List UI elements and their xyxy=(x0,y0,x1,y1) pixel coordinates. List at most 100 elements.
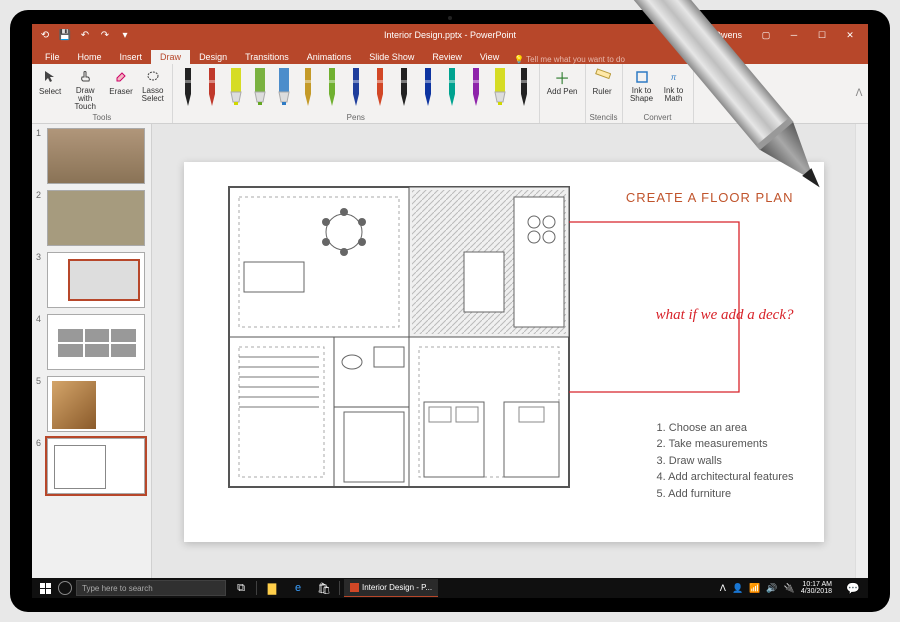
minimize-button[interactable]: ─ xyxy=(780,24,808,46)
pen-swatch-15[interactable] xyxy=(514,66,534,108)
slide-title: CREATE A FLOOR PLAN xyxy=(626,190,794,205)
lasso-select-button[interactable]: Lasso Select xyxy=(138,66,168,105)
step-item: 5. Add furniture xyxy=(657,486,794,503)
steps-list: 1. Choose an area 2. Take measurements 3… xyxy=(657,420,794,503)
windows-taskbar: Type here to search ⧉ ▇ e 🛍 Interior Des… xyxy=(32,578,868,598)
vertical-scrollbar[interactable] xyxy=(855,124,868,580)
start-button[interactable] xyxy=(36,579,54,597)
maximize-button[interactable]: ☐ xyxy=(808,24,836,46)
slide-thumbnail-6[interactable] xyxy=(47,438,145,494)
convert-group: Ink to Shape π Ink to Math Convert xyxy=(623,64,694,123)
pen-swatch-6[interactable] xyxy=(298,66,318,108)
slide-thumbnail-1[interactable] xyxy=(47,128,145,184)
add-pen-button[interactable]: ＋ Add Pen xyxy=(544,66,581,98)
step-item: 3. Draw walls xyxy=(657,453,794,470)
slide-thumbnail-4[interactable] xyxy=(47,314,145,370)
people-icon[interactable]: 👤 xyxy=(732,583,743,594)
tab-design[interactable]: Design xyxy=(190,50,236,64)
ink-annotation: what if we add a deck? xyxy=(656,307,794,324)
tell-me-search[interactable]: 💡 Tell me what you want to do xyxy=(508,55,625,64)
action-center-icon[interactable]: 💬 xyxy=(842,578,864,598)
plus-icon: ＋ xyxy=(553,68,571,86)
pen-swatch-12[interactable] xyxy=(442,66,462,108)
draw-touch-button[interactable]: Draw with Touch xyxy=(66,66,104,113)
document-title: Interior Design.pptx - PowerPoint xyxy=(384,30,516,40)
pen-swatch-7[interactable] xyxy=(322,66,342,108)
tab-transitions[interactable]: Transitions xyxy=(236,50,298,64)
edge-icon[interactable]: e xyxy=(287,578,309,598)
cortana-icon[interactable] xyxy=(58,581,72,595)
slide-canvas[interactable]: CREATE A FLOOR PLAN what if we add a dec… xyxy=(184,162,824,542)
tab-insert[interactable]: Insert xyxy=(111,50,152,64)
pen-swatch-9[interactable] xyxy=(370,66,390,108)
pens-group: Pens xyxy=(173,64,540,123)
ink-math-icon: π xyxy=(665,68,683,86)
pen-swatch-4[interactable] xyxy=(250,66,270,108)
ruler-button[interactable]: Ruler xyxy=(590,66,615,98)
tab-animations[interactable]: Animations xyxy=(298,50,361,64)
autosave-icon[interactable]: ⟲ xyxy=(38,30,52,41)
tab-review[interactable]: Review xyxy=(423,50,471,64)
eraser-button[interactable]: Eraser xyxy=(106,66,136,98)
select-button[interactable]: Select xyxy=(36,66,64,98)
tab-draw[interactable]: Draw xyxy=(151,50,190,64)
ribbon-display-options[interactable]: ▢ xyxy=(752,24,780,46)
power-icon[interactable]: 🔌 xyxy=(784,583,795,594)
taskbar-search[interactable]: Type here to search xyxy=(76,580,226,596)
pen-swatch-11[interactable] xyxy=(418,66,438,108)
pen-swatch-5[interactable] xyxy=(274,66,294,108)
tab-view[interactable]: View xyxy=(471,50,508,64)
ribbon: Select Draw with Touch Eraser Lasso Sele… xyxy=(32,64,868,124)
powerpoint-icon xyxy=(350,583,359,592)
pen-swatch-14[interactable] xyxy=(490,66,510,108)
tab-file[interactable]: File xyxy=(36,50,69,64)
pen-swatch-13[interactable] xyxy=(466,66,486,108)
lasso-icon xyxy=(144,68,162,86)
pens-group-label: Pens xyxy=(177,113,535,123)
redo-icon[interactable]: ↷ xyxy=(98,30,112,41)
screen: ⟲ 💾 ↶ ↷ ▾ Interior Design.pptx - PowerPo… xyxy=(32,24,868,598)
pen-swatch-2[interactable] xyxy=(202,66,222,108)
task-view-icon[interactable]: ⧉ xyxy=(230,578,252,598)
wifi-icon[interactable]: 📶 xyxy=(749,583,760,594)
ink-to-shape-button[interactable]: Ink to Shape xyxy=(627,66,657,105)
thumbnail-pane[interactable]: 1 2 3 4 5 6 xyxy=(32,124,152,580)
ribbon-tabs: File Home Insert Draw Design Transitions… xyxy=(32,46,868,64)
close-button[interactable]: ✕ xyxy=(836,24,864,46)
slide-thumbnail-2[interactable] xyxy=(47,190,145,246)
eraser-icon xyxy=(112,68,130,86)
slide-thumbnail-5[interactable] xyxy=(47,376,145,432)
touch-icon xyxy=(76,68,94,86)
floorplan-image xyxy=(224,182,574,492)
powerpoint-taskbar-item[interactable]: Interior Design - P... xyxy=(344,579,438,597)
pen-swatch-10[interactable] xyxy=(394,66,414,108)
add-pen-group: ＋ Add Pen xyxy=(540,64,586,123)
tools-group-label: Tools xyxy=(36,113,168,123)
slide-thumbnail-3[interactable] xyxy=(47,252,145,308)
tab-home[interactable]: Home xyxy=(69,50,111,64)
tab-slide-show[interactable]: Slide Show xyxy=(360,50,423,64)
tray-up-icon[interactable]: ᐱ xyxy=(720,583,726,594)
taskbar-clock[interactable]: 10:17 AM 4/30/2018 xyxy=(801,581,836,595)
pen-swatch-8[interactable] xyxy=(346,66,366,108)
undo-icon[interactable]: ↶ xyxy=(78,30,92,41)
stencils-group: Ruler Stencils xyxy=(586,64,623,123)
lightbulb-icon: 💡 xyxy=(514,55,524,64)
pen-swatch-1[interactable] xyxy=(178,66,198,108)
ink-to-math-button[interactable]: π Ink to Math xyxy=(659,66,689,105)
cursor-icon xyxy=(41,68,59,86)
workspace: 1 2 3 4 5 6 xyxy=(32,124,868,580)
save-icon[interactable]: 💾 xyxy=(58,30,72,41)
ink-shape-icon xyxy=(633,68,651,86)
step-item: 1. Choose an area xyxy=(657,420,794,437)
user-name[interactable]: Aimee Owens xyxy=(686,30,742,40)
stencils-group-label: Stencils xyxy=(590,113,618,123)
collapse-ribbon-button[interactable]: ᐱ xyxy=(850,64,868,123)
tools-group: Select Draw with Touch Eraser Lasso Sele… xyxy=(32,64,173,123)
tablet-camera xyxy=(448,16,452,20)
store-icon[interactable]: 🛍 xyxy=(313,578,335,598)
explorer-icon[interactable]: ▇ xyxy=(261,578,283,598)
pen-swatch-3[interactable] xyxy=(226,66,246,108)
qat-customize-icon[interactable]: ▾ xyxy=(118,30,132,41)
volume-icon[interactable]: 🔊 xyxy=(766,583,777,594)
